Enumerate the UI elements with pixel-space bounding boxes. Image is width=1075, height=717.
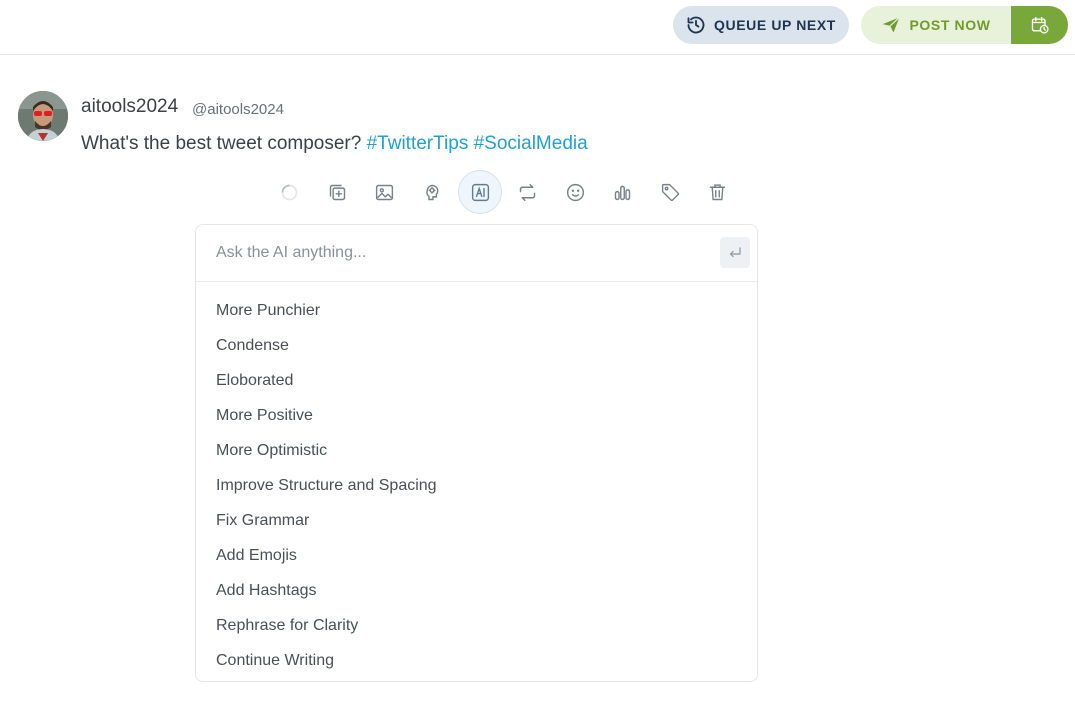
avatar[interactable] bbox=[18, 91, 68, 141]
enter-icon bbox=[729, 246, 741, 257]
ai-option-add-hashtags[interactable]: Add Hashtags bbox=[196, 573, 757, 608]
ai-option-more-punchier[interactable]: More Punchier bbox=[196, 293, 757, 328]
user-handle: @aitools2024 bbox=[192, 101, 284, 118]
ai-option-continue-writing[interactable]: Continue Writing bbox=[196, 643, 757, 678]
avatar-image bbox=[18, 91, 68, 141]
ai-assistant-panel: More Punchier Condense Eloborated More P… bbox=[195, 224, 758, 682]
post-button-group: POST NOW bbox=[861, 6, 1068, 44]
ai-prompt-input[interactable] bbox=[216, 242, 696, 264]
queue-up-next-button[interactable]: QUEUE UP NEXT bbox=[673, 6, 849, 44]
ai-submit-button[interactable] bbox=[720, 237, 750, 268]
post-now-button[interactable]: POST NOW bbox=[861, 6, 1011, 44]
brain-icon[interactable] bbox=[409, 170, 457, 214]
emoji-icon[interactable] bbox=[552, 170, 600, 214]
ai-option-improve-structure[interactable]: Improve Structure and Spacing bbox=[196, 468, 757, 503]
poll-icon[interactable] bbox=[599, 170, 647, 214]
ai-options-list: More Punchier Condense Eloborated More P… bbox=[196, 282, 757, 678]
ai-option-condense[interactable]: Condense bbox=[196, 328, 757, 363]
composer-toolbar bbox=[266, 170, 742, 214]
ai-option-more-positive[interactable]: More Positive bbox=[196, 398, 757, 433]
post-now-label: POST NOW bbox=[909, 17, 991, 33]
schedule-button[interactable] bbox=[1011, 6, 1068, 44]
ai-icon[interactable] bbox=[458, 170, 502, 214]
queue-up-next-label: QUEUE UP NEXT bbox=[714, 17, 836, 33]
send-icon bbox=[883, 17, 901, 33]
image-icon[interactable] bbox=[361, 170, 409, 214]
add-thread-icon[interactable] bbox=[314, 170, 362, 214]
ai-input-row bbox=[196, 225, 757, 282]
loading-spinner-icon bbox=[266, 170, 314, 214]
trash-icon[interactable] bbox=[694, 170, 742, 214]
tag-icon[interactable] bbox=[647, 170, 695, 214]
ai-option-rephrase-clarity[interactable]: Rephrase for Clarity bbox=[196, 608, 757, 643]
ai-option-more-optimistic[interactable]: More Optimistic bbox=[196, 433, 757, 468]
hashtag-twittertips[interactable]: #TwitterTips bbox=[367, 133, 469, 154]
queue-clock-icon bbox=[687, 16, 705, 34]
ai-option-fix-grammar[interactable]: Fix Grammar bbox=[196, 503, 757, 538]
tweet-text[interactable]: What's the best tweet composer? #Twitter… bbox=[81, 133, 588, 155]
username: aitools2024 bbox=[81, 96, 179, 117]
retweet-icon[interactable] bbox=[504, 170, 552, 214]
ai-option-eloborated[interactable]: Eloborated bbox=[196, 363, 757, 398]
tweet-body: What's the best tweet composer? bbox=[81, 133, 362, 154]
ai-option-add-emojis[interactable]: Add Emojis bbox=[196, 538, 757, 573]
calendar-clock-icon bbox=[1031, 16, 1049, 34]
top-bar: QUEUE UP NEXT POST NOW bbox=[0, 0, 1075, 55]
hashtag-socialmedia[interactable]: #SocialMedia bbox=[474, 133, 588, 154]
